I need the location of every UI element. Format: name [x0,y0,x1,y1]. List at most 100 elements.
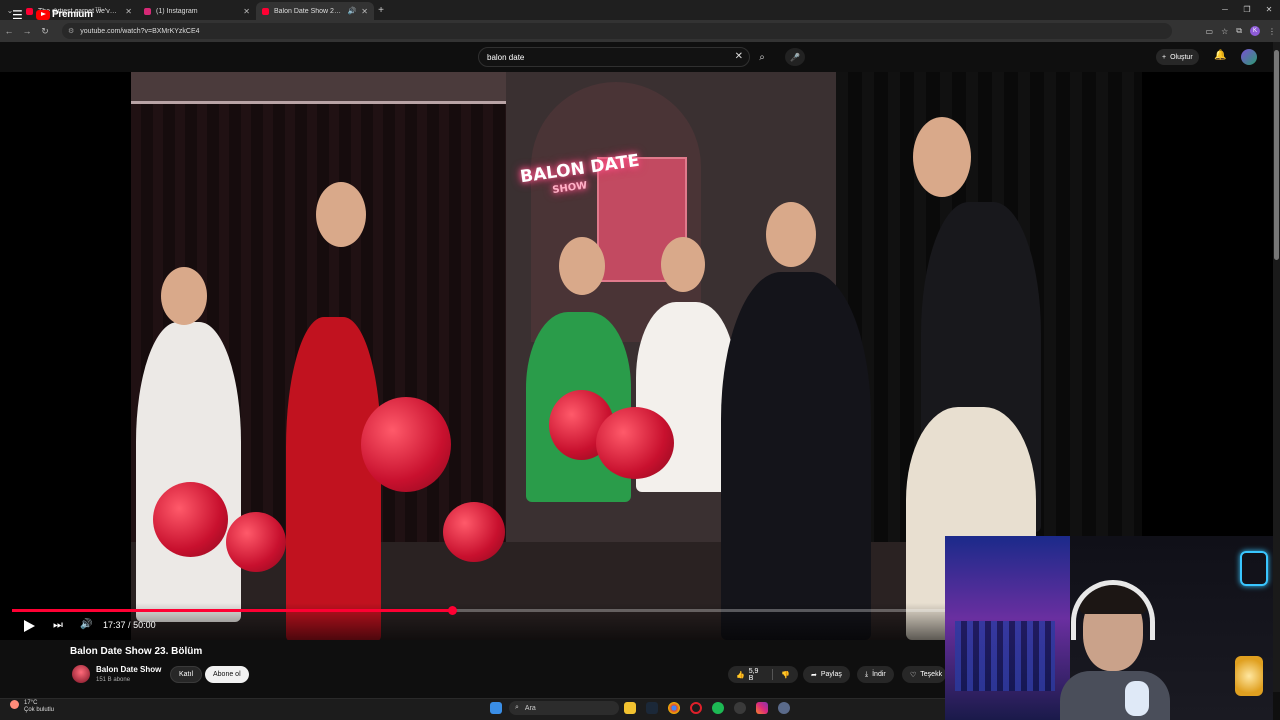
url-text: youtube.com/watch?v=BXMrKYzkCE4 [80,27,200,35]
download-button[interactable]: ⤓ İndir [857,666,894,683]
logo-text: Premium [52,9,93,20]
search-input[interactable]: balon date ✕ [478,47,750,67]
thanks-icon: ♡ [910,671,917,679]
person-head [913,117,971,197]
instagram-favicon-icon [144,7,151,15]
steam-icon[interactable] [646,702,658,714]
close-window-icon[interactable]: ✕ [1258,0,1280,20]
scrollbar-thumb[interactable] [1274,50,1279,260]
progress-fill [12,609,452,612]
cast-icon[interactable]: ▭ [1206,27,1214,36]
youtube-favicon-icon [262,7,269,15]
person-white-outfit [136,322,241,622]
balloon [361,397,451,492]
subscribe-button[interactable]: Abone ol [205,666,249,683]
like-divider [772,669,774,680]
video-title: Balon Date Show 23. Bölüm [70,646,203,657]
address-toolbar: ← → ↻ ⚙ youtube.com/watch?v=BXMrKYzkCE4 … [0,20,1280,42]
like-dislike-group: 👍 5,9 B 👎 [728,666,798,683]
back-icon[interactable]: ← [0,26,18,36]
weather-cloud-icon [10,700,19,709]
person-head [559,237,605,295]
microphone-icon: 🎤 [790,52,800,62]
opera-icon[interactable] [690,702,702,714]
restore-icon[interactable]: ❐ [1236,0,1258,20]
reload-icon[interactable]: ↻ [36,26,54,37]
next-video-icon[interactable]: ⏭ [53,619,63,632]
forward-icon[interactable]: → [18,26,36,36]
site-info-icon[interactable]: ⚙ [68,27,74,35]
close-tab-icon[interactable]: ✕ [243,7,250,16]
person-black-suit [721,272,871,640]
search-button[interactable]: ⌕ [750,47,774,67]
tab-instagram[interactable]: (1) Instagram ✕ [138,2,256,20]
share-icon: ➦ [811,671,817,679]
speaker-icon[interactable]: 🔊 [348,7,357,15]
create-label: Oluştur [1170,53,1193,61]
time-separator: / [128,620,131,630]
person-head [661,237,705,292]
like-icon[interactable]: 👍 [736,671,745,679]
windows-start-icon[interactable] [490,702,502,714]
duration: 50:00 [133,620,156,630]
volume-icon[interactable]: 🔊 [80,619,92,630]
thanks-button[interactable]: ♡ Teşekk [902,666,946,683]
voice-search-button[interactable]: 🎤 [785,48,805,66]
settings-gear-icon[interactable] [778,702,790,714]
channel-name[interactable]: Balon Date Show [96,665,161,674]
browser-tab-bar: ⌄ The dirtiest carpet we've ever c ✕ (1)… [0,0,1280,20]
close-tab-icon[interactable]: ✕ [361,7,368,16]
weather-widget[interactable]: 17°C Çok bulutlu [10,700,55,714]
time-display: 17:37 / 50:00 [103,620,156,630]
balloon [226,512,286,572]
join-button[interactable]: Katıl [170,666,203,683]
account-avatar[interactable] [1241,49,1257,65]
youtube-logo[interactable]: Premium TR [36,6,102,20]
channel-avatar[interactable] [72,665,90,683]
bookmark-star-icon[interactable]: ☆ [1221,27,1228,36]
balloon [443,502,505,562]
close-tab-icon[interactable]: ✕ [125,7,132,16]
notifications-bell-icon[interactable]: 🔔 [1214,50,1226,61]
weather-condition: Çok bulutlu [24,707,55,713]
person-head [161,267,207,325]
current-time: 17:37 [103,620,126,630]
minimize-icon[interactable]: ─ [1214,0,1236,20]
taskbar-search[interactable]: ⌕ Ara [509,701,619,715]
thanks-label: Teşekk [920,671,943,678]
balloon [596,407,674,479]
play-button-icon[interactable] [22,619,36,633]
profile-avatar[interactable]: K [1250,26,1260,36]
share-button[interactable]: ➦ Paylaş [803,666,850,683]
instagram-app-icon[interactable] [756,702,768,714]
youtube-play-logo-icon [36,9,50,20]
search-icon: ⌕ [515,704,519,711]
dislike-icon[interactable]: 👎 [781,671,790,679]
file-explorer-icon[interactable] [624,702,636,714]
person-head [316,182,366,247]
xbox-icon[interactable] [734,702,746,714]
tab-title: (1) Instagram [156,7,198,15]
extensions-icon[interactable]: ⧉ [1236,26,1242,36]
new-tab-button[interactable]: + [374,5,388,16]
download-icon: ⤓ [865,670,869,678]
streamer-body [1060,671,1170,720]
create-button[interactable]: + Oluştur [1156,49,1199,65]
search-query: balon date [487,52,525,62]
windows-taskbar [0,698,945,720]
spotify-icon[interactable] [712,702,724,714]
menu-dots-icon[interactable]: ⋮ [1268,27,1276,36]
microphone [1125,681,1149,716]
menu-icon[interactable]: ☰ [12,9,23,21]
progress-scrubber[interactable] [448,606,457,615]
share-label: Paylaş [820,671,842,678]
country-code: TR [94,6,102,13]
taskbar-search-label: Ara [524,704,536,712]
toolbar-actions: ▭ ☆ ⧉ K ⋮ [1206,20,1276,42]
url-bar[interactable]: ⚙ youtube.com/watch?v=BXMrKYzkCE4 [62,23,1172,39]
tab-balon-date[interactable]: Balon Date Show 23. Bölüm 🔊 ✕ [256,2,374,20]
chrome-icon[interactable] [668,702,680,714]
like-count[interactable]: 5,9 B [749,668,765,682]
webcam-overlay [945,536,1273,720]
clear-search-icon[interactable]: ✕ [735,51,743,62]
